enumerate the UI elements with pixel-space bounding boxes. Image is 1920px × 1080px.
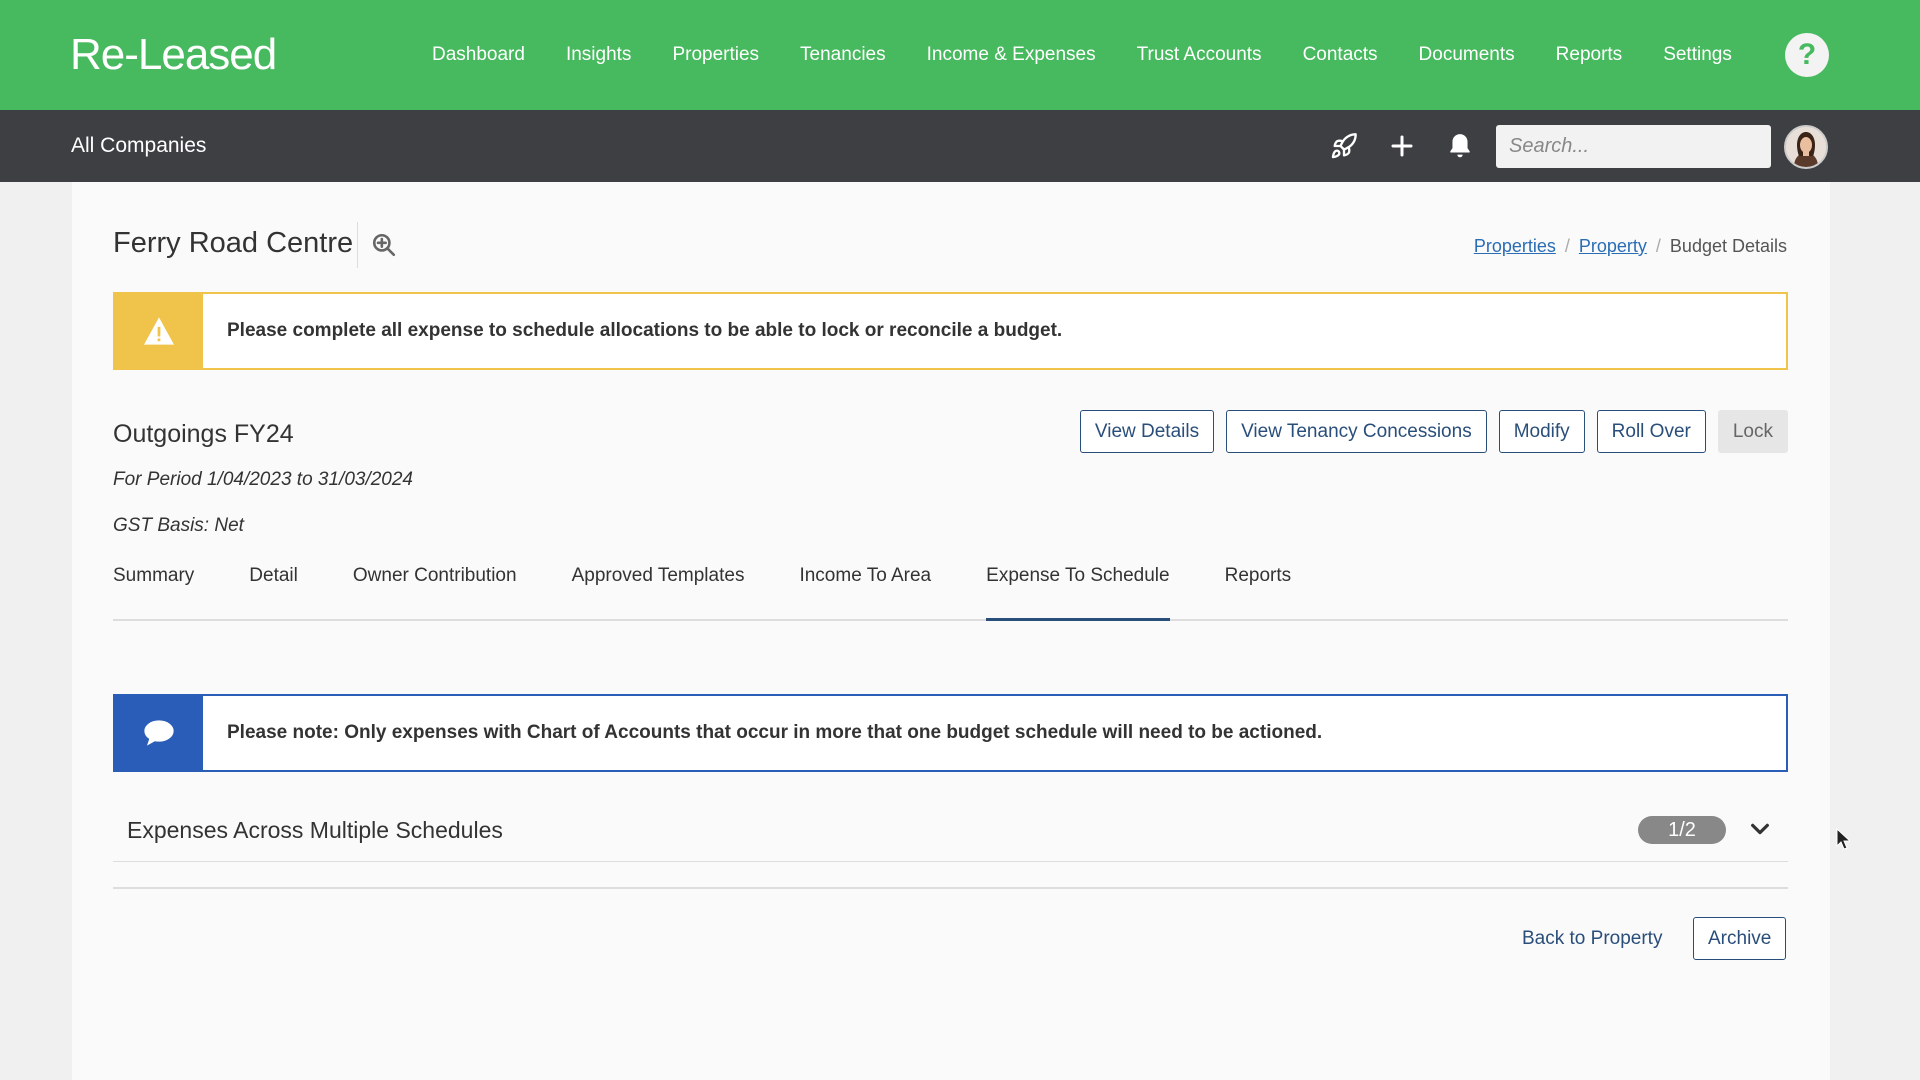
page-title: Ferry Road Centre [113,227,354,259]
progress-badge: 1/2 [1638,816,1726,844]
tab-reports[interactable]: Reports [1225,565,1292,621]
nav-item-dashboard[interactable]: Dashboard [432,44,525,66]
nav-item-trust-accounts[interactable]: Trust Accounts [1137,44,1262,66]
budget-period: For Period 1/04/2023 to 31/03/2024 [113,469,414,490]
view-tenancy-concessions-button[interactable]: View Tenancy Concessions [1226,410,1487,453]
nav-item-properties[interactable]: Properties [672,44,759,66]
roll-over-button[interactable]: Roll Over [1596,410,1706,453]
nav-item-income-expenses[interactable]: Income & Expenses [927,44,1096,66]
budget-tabs: Summary Detail Owner Contribution Approv… [113,565,1788,621]
breadcrumb: Properties / Property / Budget Details [1474,236,1787,257]
nav-item-settings[interactable]: Settings [1663,44,1732,66]
breadcrumb-separator: / [1564,236,1570,256]
tab-approved-templates[interactable]: Approved Templates [572,565,745,621]
tab-expense-to-schedule[interactable]: Expense To Schedule [986,565,1170,621]
zoom-in-icon[interactable] [371,232,397,263]
breadcrumb-current: Budget Details [1669,236,1787,256]
tab-owner-contribution[interactable]: Owner Contribution [353,565,517,621]
warning-icon [115,294,203,368]
help-button[interactable]: ? [1785,33,1829,77]
section-divider [113,887,1788,889]
main-nav: Dashboard Insights Properties Tenancies … [432,0,1773,110]
back-to-property-link[interactable]: Back to Property [1522,928,1662,950]
budget-actions: View Details View Tenancy Concessions Mo… [1068,410,1788,453]
info-alert: Please note: Only expenses with Chart of… [113,694,1788,772]
gst-basis: GST Basis: Net [113,515,244,536]
expenses-section-header[interactable]: Expenses Across Multiple Schedules 1/2 [113,800,1788,862]
mouse-cursor-icon [1836,827,1852,855]
nav-item-insights[interactable]: Insights [566,44,631,66]
info-text: Please note: Only expenses with Chart of… [227,722,1323,743]
view-details-button[interactable]: View Details [1079,410,1215,453]
tab-summary[interactable]: Summary [113,565,194,621]
chevron-down-icon[interactable] [1749,818,1771,845]
section-title: Expenses Across Multiple Schedules [127,817,503,843]
lock-button[interactable]: Lock [1717,410,1788,453]
breadcrumb-separator: / [1655,236,1661,256]
plus-icon[interactable] [1386,130,1418,162]
nav-item-reports[interactable]: Reports [1556,44,1623,66]
archive-button[interactable]: Archive [1693,917,1787,960]
bell-icon[interactable] [1444,130,1476,162]
warning-text: Please complete all expense to schedule … [227,320,1063,341]
nav-item-tenancies[interactable]: Tenancies [800,44,886,66]
title-divider [357,222,358,268]
user-avatar[interactable] [1784,125,1828,169]
breadcrumb-property[interactable]: Property [1579,236,1647,257]
top-nav: Re-Leased Dashboard Insights Properties … [0,0,1920,110]
search-input[interactable] [1496,125,1771,168]
tab-detail[interactable]: Detail [249,565,298,621]
nav-item-contacts[interactable]: Contacts [1303,44,1378,66]
rocket-icon[interactable] [1328,130,1360,162]
budget-title: Outgoings FY24 [113,420,294,448]
warning-alert: Please complete all expense to schedule … [113,292,1788,370]
breadcrumb-properties[interactable]: Properties [1474,236,1556,257]
brand-logo[interactable]: Re-Leased [70,30,277,80]
nav-item-documents[interactable]: Documents [1419,44,1515,66]
company-selector[interactable]: All Companies [71,134,206,158]
chat-bubble-icon [115,696,203,770]
tab-income-to-area[interactable]: Income To Area [799,565,931,621]
modify-button[interactable]: Modify [1498,410,1585,453]
